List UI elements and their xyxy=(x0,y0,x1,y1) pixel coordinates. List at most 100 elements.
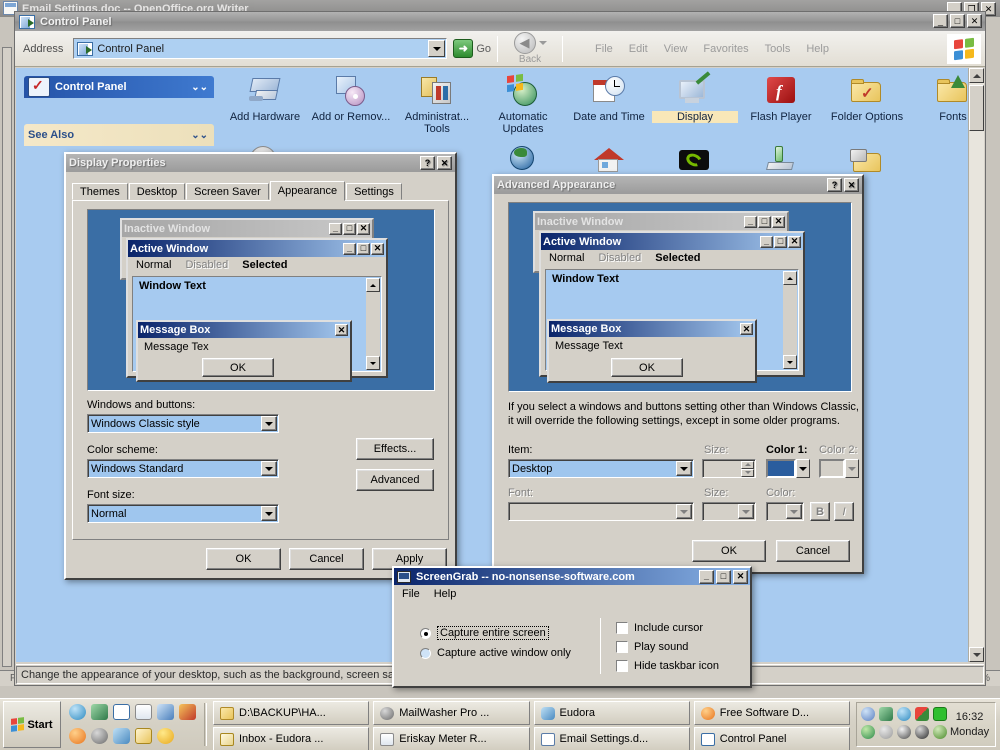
taskbutton-mailwasher[interactable]: MailWasher Pro ... xyxy=(373,701,530,725)
color1-swatch[interactable] xyxy=(766,459,796,478)
taskbutton-free-software[interactable]: Free Software D... xyxy=(693,701,850,725)
ql-icon-explorer[interactable] xyxy=(112,704,130,720)
ql-icon-smiley[interactable] xyxy=(156,728,174,744)
see-also-chevron-icon[interactable]: ⌄⌄ xyxy=(191,130,208,141)
ql-icon-mail[interactable] xyxy=(134,728,152,744)
menu-tools[interactable]: Tools xyxy=(765,43,791,55)
tray-icon-9[interactable] xyxy=(915,725,929,739)
tab-themes[interactable]: Themes xyxy=(72,183,128,200)
taskbutton-backup[interactable]: D:\BACKUP\HA... xyxy=(213,701,370,725)
menu-help[interactable]: Help xyxy=(806,43,829,55)
color1-picker[interactable] xyxy=(766,459,810,478)
item-combo[interactable]: Desktop xyxy=(508,459,694,478)
minimize-button[interactable]: _ xyxy=(933,14,948,28)
radio-icon[interactable] xyxy=(420,627,431,639)
tray-icon-2[interactable] xyxy=(879,707,893,721)
ql-icon-firefox[interactable] xyxy=(68,728,86,744)
scrollbar-thumb[interactable] xyxy=(969,85,984,131)
color1-dropdown[interactable] xyxy=(796,459,810,478)
menu-file[interactable]: File xyxy=(595,43,613,55)
address-input[interactable]: Control Panel xyxy=(73,38,448,59)
back-button[interactable]: ◀ Back xyxy=(504,32,556,65)
ql-icon-4[interactable] xyxy=(178,704,196,720)
radio-capture-active-window[interactable]: Capture active window only xyxy=(420,647,571,659)
advanced-button[interactable]: Advanced xyxy=(356,469,434,491)
close-button[interactable]: ✕ xyxy=(437,156,452,170)
ql-icon-eudora[interactable] xyxy=(112,728,130,744)
taskbutton-control-panel[interactable]: Control Panel xyxy=(693,727,850,750)
font-size-combo[interactable]: Normal xyxy=(87,504,279,523)
taskbutton-email-settings[interactable]: Email Settings.d... xyxy=(533,727,690,750)
checkbox-play-sound[interactable]: Play sound xyxy=(616,641,719,653)
tray-icon-5[interactable] xyxy=(933,707,947,721)
close-button[interactable]: ✕ xyxy=(967,14,982,28)
clock[interactable]: 16:32 Monday xyxy=(950,710,993,740)
taskbutton-inbox-eudora[interactable]: Inbox - Eudora ... xyxy=(213,727,370,750)
tray-icon-4[interactable] xyxy=(915,707,929,721)
checkbox-icon[interactable] xyxy=(616,660,628,672)
tray-icons[interactable] xyxy=(861,707,950,742)
screengrab-window-controls[interactable]: _ □ ✕ xyxy=(699,569,748,584)
cp-icon-date-and-time[interactable]: Date and Time xyxy=(566,74,652,123)
screengrab-menu-file[interactable]: File xyxy=(402,588,420,600)
screengrab-menu-help[interactable]: Help xyxy=(434,588,457,600)
cp-icon-add-or-remove[interactable]: Add or Remov... xyxy=(308,74,394,123)
tab-desktop[interactable]: Desktop xyxy=(128,183,186,200)
windows-and-buttons-combo[interactable]: Windows Classic style xyxy=(87,414,279,433)
close-button[interactable]: ✕ xyxy=(733,569,748,584)
chevron-down-icon[interactable] xyxy=(261,506,277,521)
control-panel-scrollbar[interactable] xyxy=(968,68,984,662)
go-button[interactable]: ➜ Go xyxy=(453,39,491,58)
advanced-appearance-window-controls[interactable]: ? ✕ xyxy=(827,178,859,192)
task-pane-header-see-also[interactable]: See Also ⌄⌄ xyxy=(24,124,214,146)
menu-view[interactable]: View xyxy=(664,43,688,55)
cp-icon-display[interactable]: Display xyxy=(652,71,738,123)
cp-icon-administrative-tools[interactable]: Administrat... Tools xyxy=(394,74,480,135)
ql-icon-spreadsheet[interactable] xyxy=(134,704,152,720)
ql-icon-2[interactable] xyxy=(90,704,108,720)
checkbox-icon[interactable] xyxy=(616,622,628,634)
scroll-up-button[interactable] xyxy=(969,68,984,83)
display-properties-tabs[interactable]: Themes Desktop Screen Saver Appearance S… xyxy=(72,180,455,201)
start-button[interactable]: Start xyxy=(3,701,61,748)
close-button[interactable]: ✕ xyxy=(844,178,859,192)
chevron-down-icon[interactable]: ⌄⌄ xyxy=(191,82,208,93)
tray-icon-3[interactable] xyxy=(897,707,911,721)
help-button[interactable]: ? xyxy=(827,178,842,192)
cp-icon-folder-options[interactable]: ✓ Folder Options xyxy=(824,74,910,123)
ql-icon-mailwasher[interactable] xyxy=(90,728,108,744)
chevron-down-icon[interactable] xyxy=(676,461,692,476)
radio-capture-entire-screen[interactable]: Capture entire screen xyxy=(420,626,571,640)
cp-icon-automatic-updates[interactable]: Automatic Updates xyxy=(480,73,566,135)
advanced-appearance-buttons[interactable]: OK Cancel xyxy=(692,540,850,562)
ql-icon-1[interactable] xyxy=(68,704,86,720)
control-panel-window-controls[interactable]: _ □ ✕ xyxy=(933,14,982,28)
task-pane-header-control-panel[interactable]: Control Panel ⌄⌄ xyxy=(24,76,214,98)
checkbox-hide-taskbar-icon[interactable]: Hide taskbar icon xyxy=(616,660,719,672)
tab-screen-saver[interactable]: Screen Saver xyxy=(186,183,269,200)
taskbutton-eriskay-meter[interactable]: Eriskay Meter R... xyxy=(373,727,530,750)
minimize-button[interactable]: _ xyxy=(699,569,714,584)
tray-icon-1[interactable] xyxy=(861,707,875,721)
cp-icon-add-hardware[interactable]: Add Hardware xyxy=(222,74,308,123)
scroll-down-button[interactable] xyxy=(969,647,984,662)
menu-edit[interactable]: Edit xyxy=(629,43,648,55)
maximize-button[interactable]: □ xyxy=(716,569,731,584)
effects-button[interactable]: Effects... xyxy=(356,438,434,460)
checkbox-icon[interactable] xyxy=(616,641,628,653)
taskbutton-eudora[interactable]: Eudora xyxy=(533,701,690,725)
tray-icon-7[interactable] xyxy=(879,725,893,739)
cp-icon-fonts[interactable]: Fonts xyxy=(910,74,969,123)
ql-icon-3[interactable] xyxy=(156,704,174,720)
color-scheme-combo[interactable]: Windows Standard xyxy=(87,459,279,478)
cancel-button[interactable]: Cancel xyxy=(776,540,850,562)
chevron-down-icon[interactable] xyxy=(261,461,277,476)
display-properties-window-controls[interactable]: ? ✕ xyxy=(420,156,452,170)
chevron-down-icon[interactable] xyxy=(261,416,277,431)
tab-appearance[interactable]: Appearance xyxy=(269,181,346,201)
address-dropdown-button[interactable] xyxy=(428,40,446,57)
maximize-button[interactable]: □ xyxy=(950,14,965,28)
tray-icon-10[interactable] xyxy=(933,725,947,739)
menu-favorites[interactable]: Favorites xyxy=(703,43,748,55)
radio-icon[interactable] xyxy=(420,647,431,659)
